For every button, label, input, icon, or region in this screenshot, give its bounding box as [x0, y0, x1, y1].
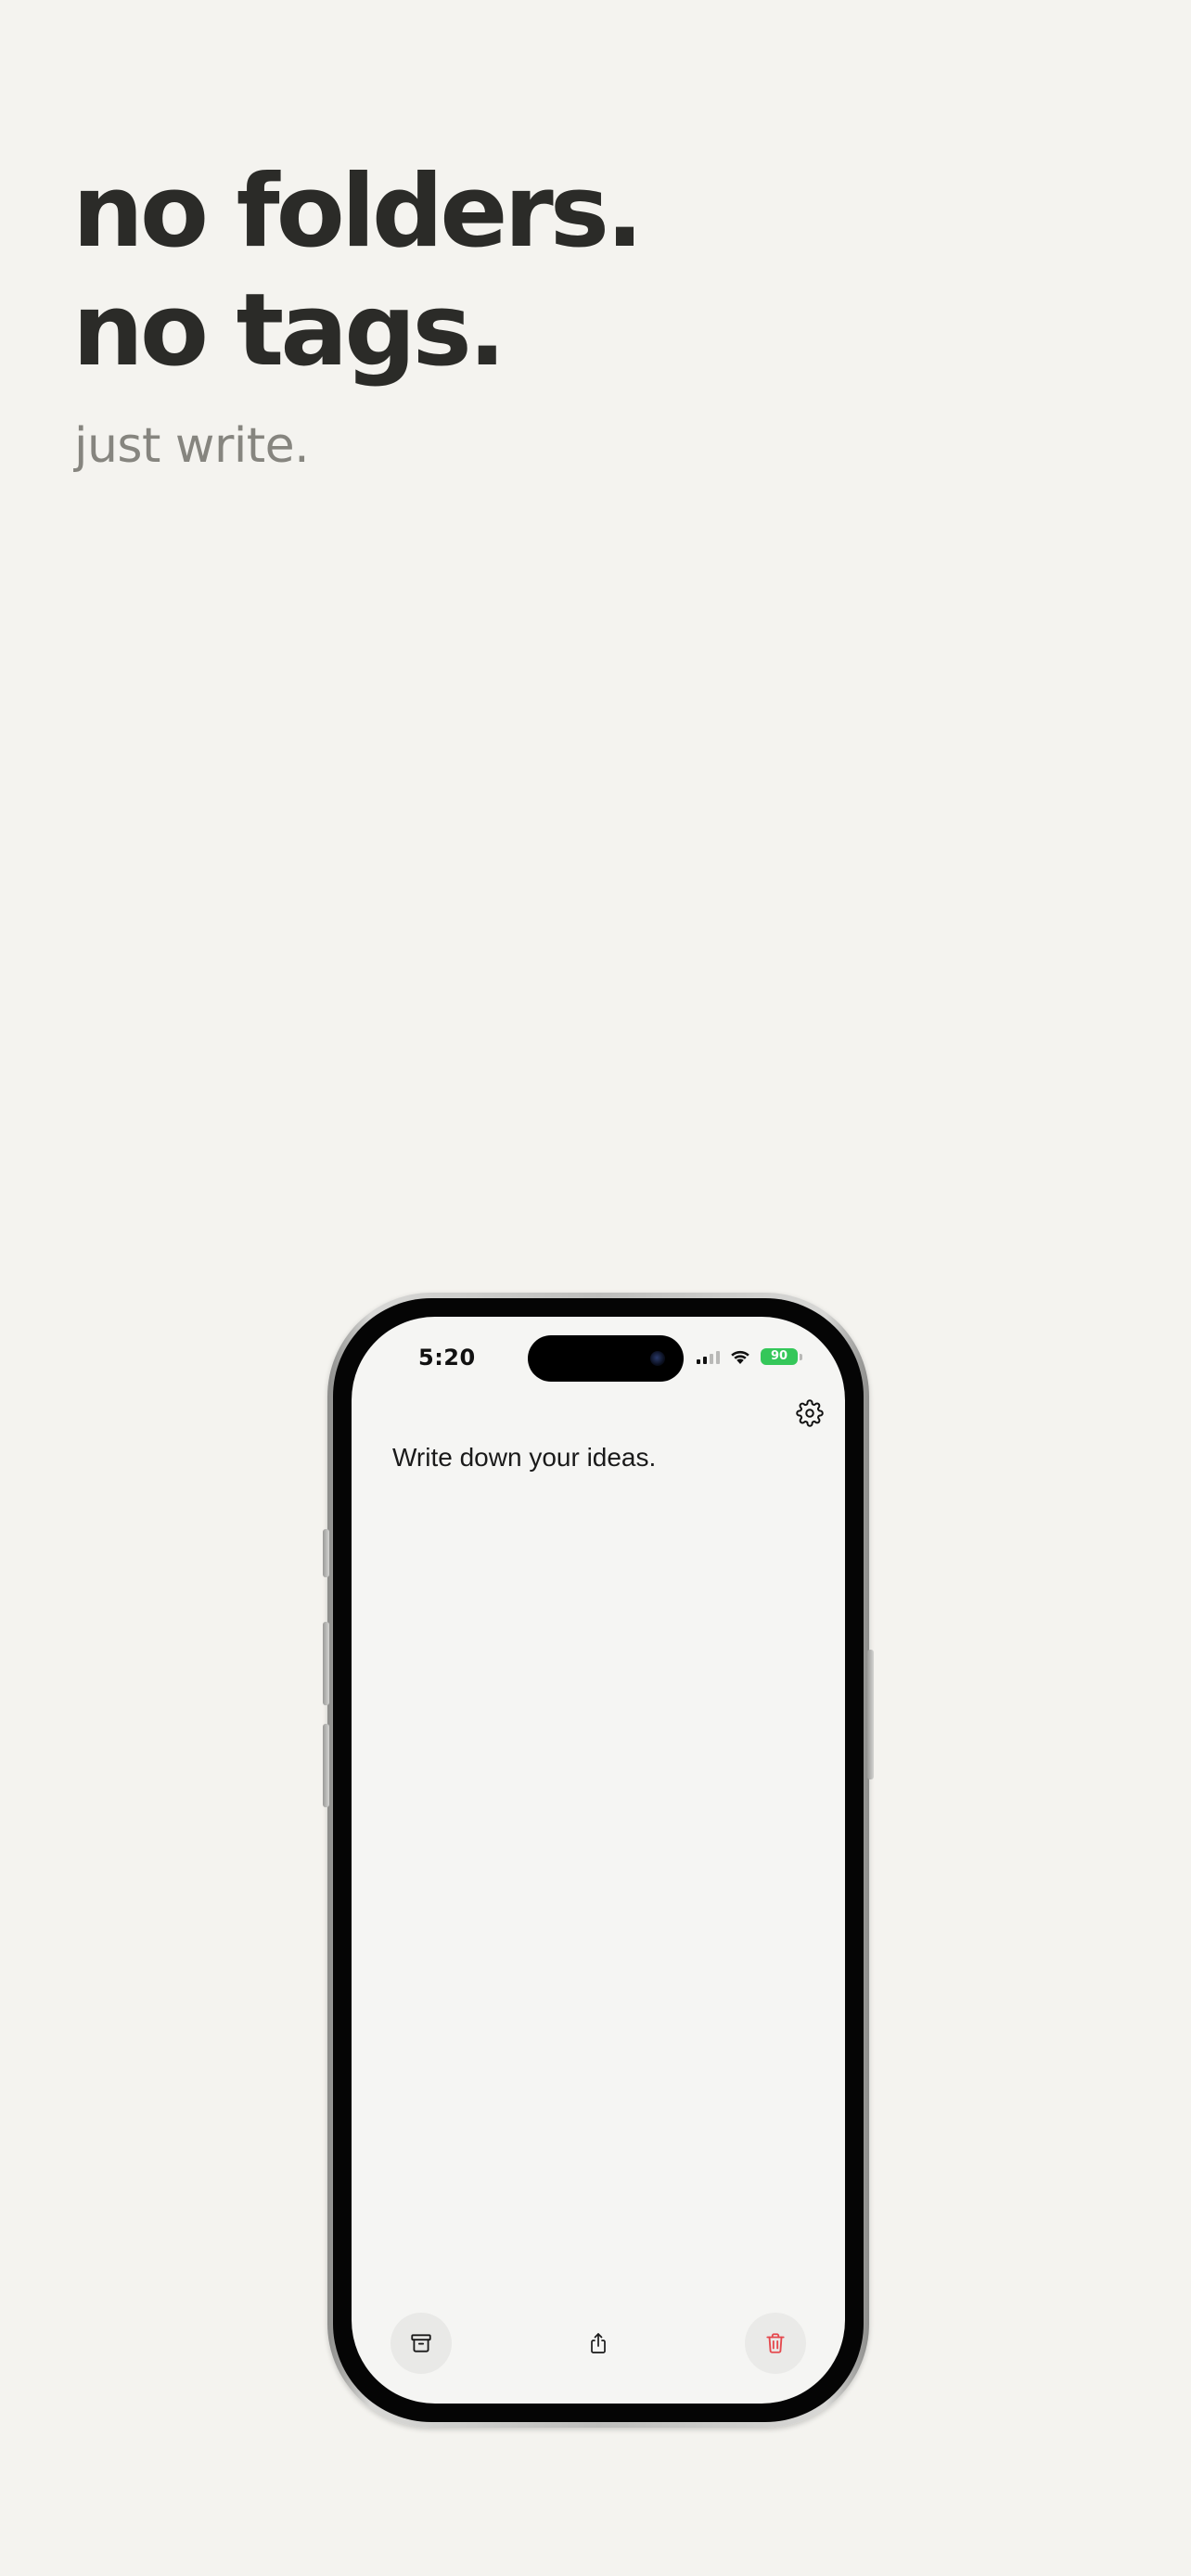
note-editor[interactable]: Write down your ideas. [392, 1443, 656, 1473]
delete-button[interactable] [745, 2313, 806, 2374]
archive-icon [411, 2334, 431, 2353]
front-camera-icon [650, 1351, 665, 1366]
headline: no folders. no tags. [72, 153, 644, 390]
dynamic-island [528, 1335, 684, 1382]
status-time: 5:20 [418, 1345, 476, 1371]
share-button[interactable] [568, 2313, 629, 2374]
action-button [323, 1529, 329, 1577]
phone-mockup: 5:20 90 Write down your ideas. [323, 1293, 874, 2428]
power-button [867, 1650, 874, 1779]
trash-icon [766, 2333, 785, 2353]
settings-button[interactable] [789, 1393, 830, 1434]
gear-icon [796, 1399, 824, 1427]
share-icon [591, 2333, 606, 2353]
bottom-toolbar [352, 2313, 845, 2374]
status-icons: 90 [697, 1348, 802, 1365]
battery-level: 90 [761, 1348, 798, 1365]
wifi-icon [731, 1350, 749, 1364]
battery-icon: 90 [761, 1348, 802, 1365]
tagline: just write. [74, 418, 310, 474]
headline-line-2: no tags. [72, 273, 506, 389]
phone-screen: 5:20 90 Write down your ideas. [352, 1317, 845, 2404]
archive-button[interactable] [391, 2313, 452, 2374]
volume-up-button [323, 1622, 329, 1705]
volume-down-button [323, 1724, 329, 1807]
headline-line-1: no folders. [72, 154, 644, 270]
phone-bezel: 5:20 90 Write down your ideas. [333, 1298, 864, 2422]
signal-icon [697, 1349, 720, 1364]
